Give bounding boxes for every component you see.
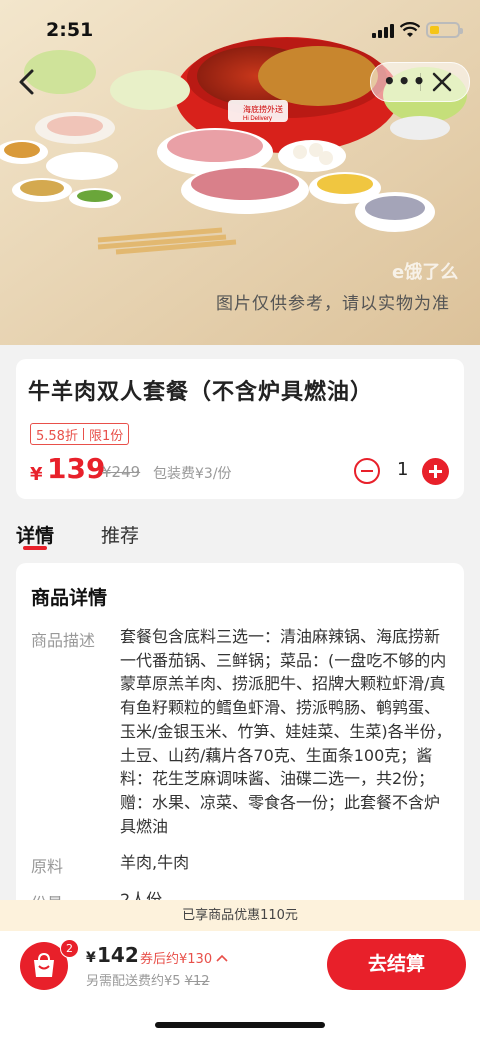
detail-label-ingredients: 原料 [31, 857, 64, 876]
chevron-up-icon [216, 954, 228, 962]
wifi-icon [400, 22, 420, 37]
tab-details[interactable]: 详情 [16, 521, 54, 548]
active-tab-indicator [23, 546, 47, 550]
tab-recommend[interactable]: 推荐 [101, 521, 139, 548]
status-bar: 2:51 [0, 0, 480, 58]
after-coupon-text: 券后约¥130 [140, 952, 213, 967]
discount-rate: 5.58折 [36, 428, 78, 444]
battery-icon [426, 22, 463, 38]
purchase-limit: 限1份 [88, 428, 124, 444]
quantity-value: 1 [397, 459, 409, 480]
original-price: ¥249 [102, 463, 141, 481]
after-coupon-price[interactable]: 券后约¥130 [140, 948, 228, 967]
pot-brand-text: 海底捞外送 [243, 104, 283, 114]
details-heading: 商品详情 [31, 587, 108, 609]
discount-tag: 5.58折 限1份 [30, 423, 130, 445]
delivery-fee-original: ¥12 [184, 974, 210, 989]
back-arrow-icon[interactable] [12, 64, 44, 100]
image-disclaimer: 图片仅供参考，请以实物为准 [216, 294, 450, 314]
product-title: 牛羊肉双人套餐（不含炉具燃油） [28, 380, 374, 405]
mini-program-capsule: ••• [370, 62, 470, 102]
cellular-signal-icon [372, 24, 394, 38]
price-currency: ¥ [30, 464, 43, 485]
detail-label-description: 商品描述 [31, 631, 96, 650]
increase-quantity-button[interactable] [422, 458, 449, 485]
checkout-button[interactable]: 去结算 [327, 939, 466, 990]
delivery-fee: 另需配送费约¥5 ¥12 [86, 970, 210, 989]
cart-total-value: 142 [97, 943, 139, 967]
cart-currency: ¥ [86, 950, 96, 966]
home-indicator [155, 1022, 325, 1028]
status-time: 2:51 [46, 19, 94, 41]
detail-value-ingredients: 羊肉,牛肉 [120, 853, 190, 872]
watermark-logo: e饿了么 [392, 262, 459, 283]
packaging-fee: 包装费¥3/份 [153, 466, 232, 482]
capsule-divider [420, 73, 421, 91]
detail-value-description: 套餐包含底料三选一：清油麻辣锅、海底捞新一代番茄锅、三鲜锅；菜品：(一盘吃不够的… [120, 627, 452, 836]
promo-banner: 已享商品优惠110元 [0, 900, 480, 931]
pot-brand-en-text: Hi Delivery [243, 116, 272, 122]
decrease-quantity-button[interactable] [354, 458, 380, 484]
price-value: 139 [47, 452, 106, 485]
close-icon[interactable] [429, 69, 455, 95]
cart-count-badge: 2 [60, 939, 79, 958]
delivery-fee-text: 另需配送费约¥5 [86, 974, 181, 989]
